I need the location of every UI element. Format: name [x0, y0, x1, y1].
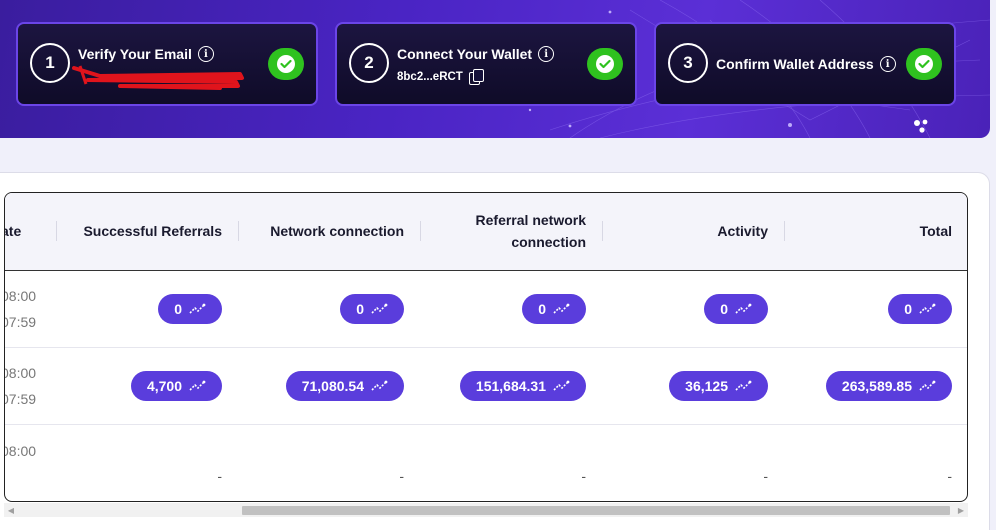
- step-title: Confirm Wallet Address i: [716, 56, 896, 72]
- trend-icon: [371, 380, 388, 391]
- step-card-confirm-wallet[interactable]: 3 Confirm Wallet Address i: [654, 22, 956, 106]
- network-pill[interactable]: 0: [340, 293, 404, 324]
- check-circle-icon: [587, 48, 623, 80]
- activity-pill[interactable]: 36,125: [669, 370, 768, 401]
- info-icon[interactable]: i: [879, 56, 896, 72]
- empty-value: -: [399, 467, 404, 484]
- total-pill[interactable]: 0: [888, 293, 952, 324]
- trend-icon: [553, 303, 570, 314]
- step-title: Connect Your Wallet i: [397, 46, 555, 62]
- wallet-address-text: 8bc2...eRCT: [397, 70, 463, 83]
- empty-value: -: [947, 467, 952, 484]
- wallet-address: 8bc2...eRCT: [397, 69, 484, 85]
- stats-table: ate Successful Referrals Network connect…: [5, 193, 967, 501]
- trend-icon: [189, 303, 206, 314]
- info-icon[interactable]: i: [197, 46, 214, 62]
- table-header-row: ate Successful Referrals Network connect…: [5, 193, 967, 270]
- redaction-scribble: [72, 65, 244, 90]
- empty-value: -: [217, 467, 222, 484]
- check-circle-icon: [268, 48, 304, 80]
- step-card-connect-wallet[interactable]: 2 Connect Your Wallet i 8bc2...eRCT: [335, 22, 637, 106]
- onboarding-banner: 1 Verify Your Email i 2 Connect Your Wal…: [0, 0, 990, 138]
- column-header-referral-network-connection[interactable]: Referral network connection: [421, 193, 603, 270]
- column-header-date[interactable]: ate: [5, 193, 57, 270]
- date-cell: 08:00 07:59: [5, 364, 37, 407]
- step-number: 2: [349, 43, 389, 83]
- column-header-activity[interactable]: Activity: [603, 193, 785, 270]
- step-title: Verify Your Email i: [78, 46, 214, 62]
- step-card-verify-email[interactable]: 1 Verify Your Email i: [16, 22, 318, 106]
- referral-network-pill[interactable]: 151,684.31: [459, 370, 586, 401]
- check-circle-icon: [906, 48, 942, 80]
- column-header-network-connection[interactable]: Network connection: [239, 193, 421, 270]
- referrals-pill[interactable]: 0: [158, 293, 222, 324]
- step-number: 1: [30, 43, 70, 83]
- trend-icon: [735, 380, 752, 391]
- referrals-pill[interactable]: 4,700: [130, 370, 222, 401]
- column-header-total[interactable]: Total: [785, 193, 967, 270]
- table-row: 08:00 - - - - -: [5, 424, 967, 501]
- column-header-successful-referrals[interactable]: Successful Referrals: [57, 193, 239, 270]
- trend-icon: [919, 380, 936, 391]
- scroll-left-icon[interactable]: ◀: [4, 503, 18, 517]
- empty-value: -: [763, 467, 768, 484]
- scroll-right-icon[interactable]: ▶: [954, 503, 968, 517]
- network-pill[interactable]: 71,080.54: [285, 370, 404, 401]
- trend-icon: [553, 380, 570, 391]
- step-title-text: Confirm Wallet Address: [716, 56, 874, 72]
- table-row: 08:00 07:59 4,700 71,080.54 151,684.31 3…: [5, 347, 967, 424]
- trend-icon: [189, 380, 206, 391]
- activity-pill[interactable]: 0: [704, 293, 768, 324]
- date-cell: 08:00 07:59: [5, 287, 37, 330]
- trend-icon: [919, 303, 936, 314]
- horizontal-scrollbar[interactable]: ◀ ▶: [4, 503, 968, 517]
- total-pill[interactable]: 263,589.85: [825, 370, 952, 401]
- trend-icon: [735, 303, 752, 314]
- step-title-text: Connect Your Wallet: [397, 46, 533, 62]
- info-icon[interactable]: i: [538, 46, 555, 62]
- empty-value: -: [581, 467, 586, 484]
- step-title-text: Verify Your Email: [78, 46, 192, 62]
- molecule-icon: [914, 119, 928, 133]
- trend-icon: [371, 303, 388, 314]
- table-row: 08:00 07:59 0 0 0 0 0: [5, 270, 967, 347]
- date-cell: 08:00: [5, 442, 37, 459]
- step-number: 3: [668, 43, 708, 83]
- referral-network-pill[interactable]: 0: [522, 293, 586, 324]
- scrollbar-thumb[interactable]: [242, 506, 950, 515]
- stats-table-container[interactable]: ate Successful Referrals Network connect…: [4, 192, 968, 502]
- copy-icon[interactable]: [468, 69, 484, 85]
